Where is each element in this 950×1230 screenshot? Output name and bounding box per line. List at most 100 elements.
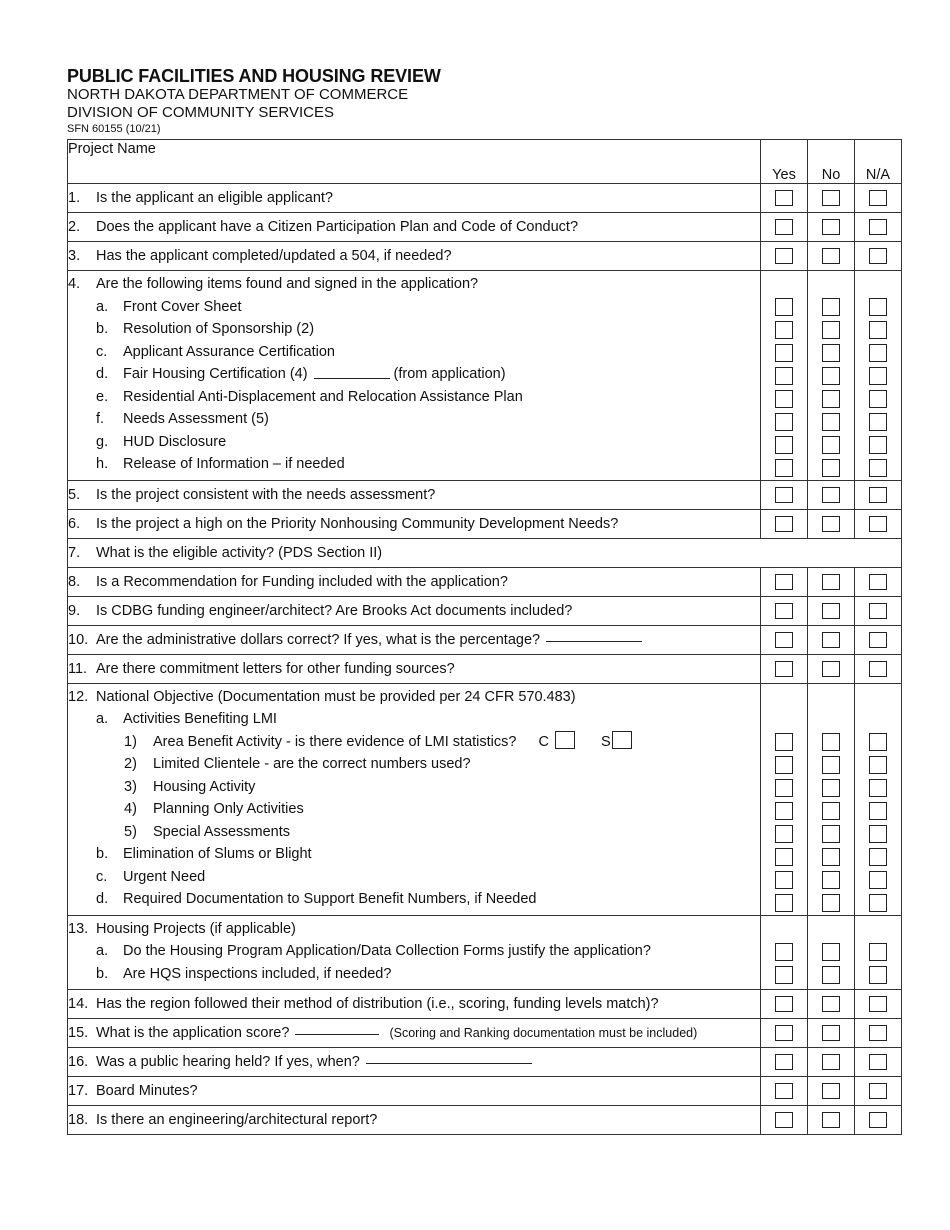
checkbox-yes[interactable] (775, 1112, 793, 1128)
checkbox-na[interactable] (869, 515, 887, 532)
checkbox-na[interactable] (869, 573, 887, 590)
checkbox-na[interactable] (869, 297, 887, 316)
checkbox-no[interactable] (822, 733, 840, 751)
checkbox-na[interactable] (869, 756, 887, 774)
checkbox-yes[interactable] (775, 320, 793, 339)
checkbox-na[interactable] (869, 1083, 887, 1099)
checkbox-no[interactable] (822, 802, 840, 820)
checkbox-yes[interactable] (775, 660, 793, 677)
checkbox-na[interactable] (869, 1054, 887, 1070)
c-checkbox[interactable] (554, 730, 575, 749)
checkbox-yes[interactable] (775, 602, 793, 619)
checkbox-no[interactable] (822, 943, 840, 961)
checkbox-yes[interactable] (775, 297, 793, 316)
checkbox-na[interactable] (869, 248, 887, 264)
checkbox-na[interactable] (869, 435, 887, 454)
checkbox-yes[interactable] (775, 756, 793, 774)
project-name-field[interactable]: Project Name (67, 139, 761, 184)
checkbox-no[interactable] (822, 486, 840, 503)
s-checkbox[interactable] (611, 730, 632, 749)
checkbox-no[interactable] (822, 1054, 840, 1070)
checkbox-no[interactable] (822, 573, 840, 590)
checkbox-no[interactable] (822, 848, 840, 866)
checkbox-no[interactable] (822, 779, 840, 797)
checkbox-no[interactable] (822, 366, 840, 385)
checkbox-na[interactable] (869, 871, 887, 889)
checkbox-no[interactable] (822, 871, 840, 889)
checkbox-na[interactable] (869, 996, 887, 1012)
checkbox-yes[interactable] (775, 894, 793, 912)
checkbox-yes[interactable] (775, 996, 793, 1012)
checkbox-na[interactable] (869, 602, 887, 619)
checkbox-no[interactable] (822, 458, 840, 477)
checkbox-yes[interactable] (775, 366, 793, 385)
hearing-date-input[interactable] (365, 1048, 532, 1064)
checkbox-yes[interactable] (775, 248, 793, 264)
checkbox-no[interactable] (822, 297, 840, 316)
checkbox-yes[interactable] (775, 515, 793, 532)
checkbox-no[interactable] (822, 966, 840, 984)
checkbox-na[interactable] (869, 779, 887, 797)
checkbox-yes[interactable] (775, 389, 793, 408)
checkbox-no[interactable] (822, 219, 840, 235)
checkbox-na[interactable] (869, 1112, 887, 1128)
checkbox-na[interactable] (869, 966, 887, 984)
checkbox-yes[interactable] (775, 779, 793, 797)
checkbox-na[interactable] (869, 733, 887, 751)
checkbox-no[interactable] (822, 631, 840, 648)
checkbox-na[interactable] (869, 486, 887, 503)
checkbox-yes[interactable] (775, 943, 793, 961)
checkbox-na[interactable] (869, 320, 887, 339)
checkbox-na[interactable] (869, 219, 887, 235)
checkbox-na[interactable] (869, 825, 887, 843)
checkbox-no[interactable] (822, 602, 840, 619)
checkbox-na[interactable] (869, 802, 887, 820)
checkbox-na[interactable] (869, 458, 887, 477)
checkbox-yes[interactable] (775, 1083, 793, 1099)
checkbox-yes[interactable] (775, 435, 793, 454)
checkbox-na[interactable] (869, 389, 887, 408)
checkbox-no[interactable] (822, 515, 840, 532)
checkbox-na[interactable] (869, 848, 887, 866)
checkbox-na[interactable] (869, 412, 887, 431)
checkbox-no[interactable] (822, 343, 840, 362)
checkbox-no[interactable] (822, 756, 840, 774)
checkbox-no[interactable] (822, 389, 840, 408)
checkbox-na[interactable] (869, 366, 887, 385)
checkbox-na[interactable] (869, 343, 887, 362)
checkbox-no[interactable] (822, 1112, 840, 1128)
checkbox-yes[interactable] (775, 458, 793, 477)
checkbox-yes[interactable] (775, 966, 793, 984)
checkbox-no[interactable] (822, 894, 840, 912)
checkbox-no[interactable] (822, 996, 840, 1012)
checkbox-na[interactable] (869, 660, 887, 677)
checkbox-yes[interactable] (775, 802, 793, 820)
checkbox-yes[interactable] (775, 219, 793, 235)
checkbox-na[interactable] (869, 943, 887, 961)
checkbox-no[interactable] (822, 825, 840, 843)
checkbox-no[interactable] (822, 1025, 840, 1041)
checkbox-na[interactable] (869, 631, 887, 648)
checkbox-yes[interactable] (775, 631, 793, 648)
checkbox-no[interactable] (822, 1083, 840, 1099)
percentage-input[interactable] (546, 626, 643, 642)
checkbox-no[interactable] (822, 435, 840, 454)
checkbox-yes[interactable] (775, 825, 793, 843)
application-score-input[interactable] (295, 1019, 380, 1035)
checkbox-yes[interactable] (775, 1025, 793, 1041)
checkbox-yes[interactable] (775, 190, 793, 206)
checkbox-no[interactable] (822, 412, 840, 431)
checkbox-na[interactable] (869, 894, 887, 912)
checkbox-na[interactable] (869, 1025, 887, 1041)
checkbox-na[interactable] (869, 190, 887, 206)
checkbox-yes[interactable] (775, 1054, 793, 1070)
checkbox-yes[interactable] (775, 573, 793, 590)
fair-housing-input[interactable] (313, 363, 390, 379)
checkbox-yes[interactable] (775, 412, 793, 431)
checkbox-no[interactable] (822, 248, 840, 264)
checkbox-yes[interactable] (775, 733, 793, 751)
checkbox-no[interactable] (822, 660, 840, 677)
checkbox-no[interactable] (822, 320, 840, 339)
checkbox-yes[interactable] (775, 486, 793, 503)
checkbox-yes[interactable] (775, 343, 793, 362)
